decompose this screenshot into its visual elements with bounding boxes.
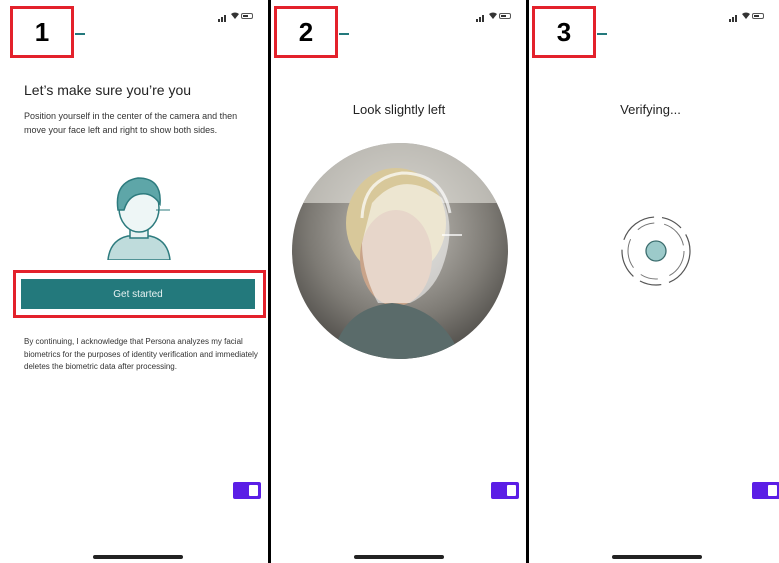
home-indicator <box>612 555 702 559</box>
biometric-consent-text: By continuing, I acknowledge that Person… <box>24 337 258 371</box>
toggle-icon[interactable] <box>233 482 261 499</box>
get-started-button[interactable]: Get started <box>21 279 255 309</box>
status-bar <box>476 11 514 23</box>
camera-preview <box>292 143 508 359</box>
screen-2-capture: 2 Look slightly left <box>272 0 526 563</box>
screen-1-intro: 1 Let’s make sure you’re you Position yo… <box>10 0 268 563</box>
toggle-icon[interactable] <box>491 482 519 499</box>
status-bar <box>729 11 767 23</box>
face-photo <box>292 143 508 359</box>
step-number-box-2: 2 <box>274 6 338 58</box>
toggle-icon[interactable] <box>752 482 779 499</box>
home-indicator <box>93 555 183 559</box>
page-title: Let’s make sure you’re you <box>24 82 192 98</box>
battery-icon <box>752 13 764 19</box>
step-number-box-1: 1 <box>10 6 74 58</box>
home-indicator <box>354 555 444 559</box>
verifying-spinner-icon <box>621 216 691 286</box>
wifi-icon <box>489 12 497 19</box>
status-bar <box>218 11 256 23</box>
progress-indicator <box>339 33 349 35</box>
face-illustration <box>107 177 171 260</box>
battery-icon <box>241 13 253 19</box>
battery-icon <box>499 13 511 19</box>
instructions-text: Position yourself in the center of the c… <box>24 111 238 135</box>
wifi-icon <box>742 12 750 19</box>
screen-3-verifying: 3 Verifying... <box>530 0 779 563</box>
step-number-box-3: 3 <box>532 6 596 58</box>
progress-indicator <box>597 33 607 35</box>
wifi-icon <box>231 12 239 19</box>
divider <box>268 0 271 563</box>
progress-indicator <box>75 33 85 35</box>
divider <box>526 0 529 563</box>
verifying-status-text: Verifying... <box>620 102 681 117</box>
capture-instruction: Look slightly left <box>352 102 446 117</box>
